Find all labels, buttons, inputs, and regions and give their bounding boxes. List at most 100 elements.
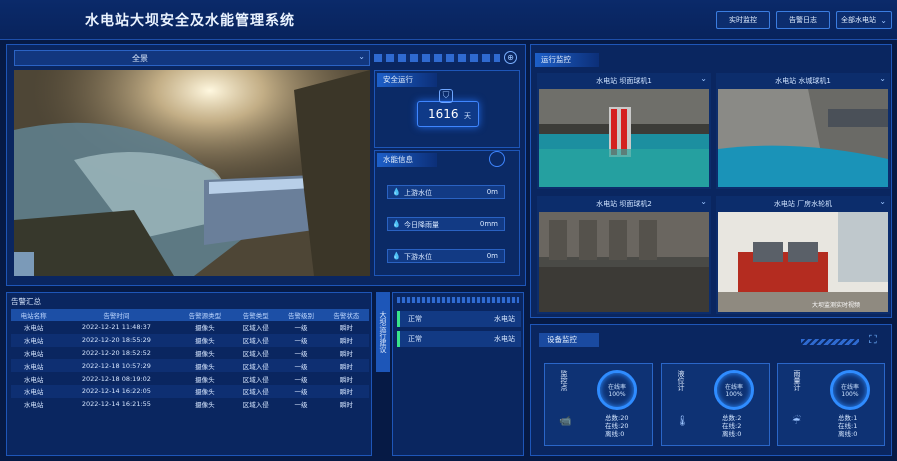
column-header: 告警状态 <box>333 312 360 320</box>
alarm-row[interactable]: 水电站 2022-12-18 10:57:29 摄像头 区域入侵 一级 瞬时 <box>11 359 369 373</box>
decorative-bar <box>397 297 519 303</box>
alarm-row[interactable]: 水电站 2022-12-20 18:52:52 摄像头 区域入侵 一级 瞬时 <box>11 347 369 360</box>
camera-tile-3[interactable]: 水电站 坝面球机2 ⌄ <box>537 196 711 314</box>
camera-feed-3 <box>539 212 709 312</box>
ring-label: 在线率 <box>724 384 743 391</box>
alarm-cell: 一级 <box>294 375 308 384</box>
water-item-rainfall: 💧 今日降雨量 0mm <box>387 217 505 231</box>
device-label-wrap: 监控点 <box>559 370 569 410</box>
water-item-value: 0mm <box>479 220 498 228</box>
online-rate-ring: 在线率 100% <box>597 370 637 410</box>
alarm-cell: 摄像头 <box>195 375 215 384</box>
device-label: 液位计 <box>677 370 685 391</box>
ring-label: 在线率 <box>840 384 859 391</box>
alarm-row[interactable]: 水电站 2022-12-14 16:21:55 摄像头 区域入侵 一级 瞬时 <box>11 398 369 411</box>
device-card-camera: 监控点 在线率 100% 📹 总数:20 在线:20 离线:0 <box>544 363 653 446</box>
water-item-downstream: 💧 下游水位 0m <box>387 249 505 263</box>
water-item-upstream: 💧 上游水位 0m <box>387 185 505 199</box>
camera-tile-2[interactable]: 水电站 水城球机1 ⌄ <box>716 73 890 189</box>
panorama-video[interactable] <box>14 70 370 276</box>
alarm-cell: 摄像头 <box>195 349 215 358</box>
panorama-select[interactable]: 全景 ⌄ <box>14 50 370 66</box>
water-item-label: 下游水位 <box>404 253 432 261</box>
alarm-cell: 区域入侵 <box>242 401 269 410</box>
device-card-rain-gauge: 雨量计 在线率 100% ☔ 总数:1 在线:1 离线:0 <box>777 363 885 446</box>
target-icon <box>489 151 505 167</box>
device-total: 总数:2 <box>722 414 742 422</box>
column-header: 告警源类型 <box>188 312 222 320</box>
alarm-cell: 2022-12-20 18:55:29 <box>81 336 151 345</box>
camera-title: 水电站 厂房水轮机 <box>773 200 833 208</box>
alarm-row[interactable]: 水电站 2022-12-20 18:55:29 摄像头 区域入侵 一级 瞬时 <box>11 333 369 347</box>
fullscreen-icon[interactable]: ⛶ <box>869 333 877 347</box>
dam-advice-tab: 大坝运行建议 <box>376 292 390 372</box>
alarm-panel: 告警汇总 电站名称 告警时间 告警源类型 告警类型 告警级别 告警状态 水电站 2… <box>6 292 372 456</box>
alarm-row[interactable]: 水电站 2022-12-14 16:22:05 摄像头 区域入侵 一级 瞬时 <box>11 384 369 398</box>
alarm-cell: 瞬时 <box>339 337 353 346</box>
alarm-cell: 一级 <box>294 337 308 346</box>
safety-title: 安全运行 <box>377 73 437 87</box>
rain-gauge-icon: ☔ <box>792 416 801 427</box>
alarm-cell: 瞬时 <box>339 388 353 397</box>
alarm-cell: 一级 <box>294 324 308 333</box>
alarm-cell: 瞬时 <box>339 362 353 371</box>
rain-icon: 💧 <box>392 220 401 228</box>
device-offline: 离线:0 <box>605 430 625 438</box>
station-select[interactable]: 全部水电站 ⌄ <box>836 11 892 29</box>
alarm-cell: 摄像头 <box>195 401 215 410</box>
alarm-title: 告警汇总 <box>11 297 41 306</box>
column-header: 告警级别 <box>288 312 315 320</box>
advice-row: 正常 水电站 <box>397 331 521 347</box>
device-online: 在线:1 <box>838 422 858 430</box>
globe-icon[interactable]: ⊕ <box>504 51 517 64</box>
alarm-cell: 水电站 <box>23 388 44 397</box>
safety-days-value: 1616 <box>428 107 459 121</box>
camera-feed-2 <box>718 89 888 187</box>
alarm-cell: 2022-12-20 18:52:52 <box>81 348 151 357</box>
chevron-down-icon[interactable]: ⌄ <box>700 197 707 206</box>
alarm-cell: 水电站 <box>23 401 44 410</box>
alarm-cell: 摄像头 <box>195 337 215 346</box>
alarm-cell: 瞬时 <box>339 375 353 384</box>
panorama-scene <box>14 70 370 276</box>
alarm-cell: 水电站 <box>23 375 44 384</box>
alarm-cell: 水电站 <box>23 349 44 358</box>
device-card-level-gauge: 液位计 在线率 100% 🌡 总数:2 在线:2 离线:0 <box>661 363 770 446</box>
device-stats: 总数:2 在线:2 离线:0 <box>722 414 741 438</box>
ring-value: 100% <box>725 391 743 398</box>
alarm-row[interactable]: 水电站 2022-12-21 11:48:37 摄像头 区域入侵 一级 瞬时 <box>11 321 369 334</box>
chevron-down-icon[interactable]: ⌄ <box>879 197 886 206</box>
device-offline: 离线:0 <box>722 430 742 438</box>
alarm-cell: 2022-12-14 16:22:05 <box>81 387 151 396</box>
water-item-label: 今日降雨量 <box>404 221 439 229</box>
camera-tile-1[interactable]: 水电站 坝面球机1 ⌄ <box>537 73 711 189</box>
chevron-down-icon[interactable]: ⌄ <box>879 74 886 83</box>
alarm-cell: 水电站 <box>23 337 44 346</box>
alarm-table: 电站名称 告警时间 告警源类型 告警类型 告警级别 告警状态 水电站 2022-1… <box>11 309 369 411</box>
advice-status: 正常 <box>408 335 422 343</box>
decorative-stripes <box>801 339 859 345</box>
alarm-cell: 瞬时 <box>339 401 353 410</box>
safety-days-box: 1616 天 <box>417 101 479 127</box>
alarm-log-button[interactable]: 告警日志 <box>776 11 830 29</box>
ring-value: 100% <box>608 391 626 398</box>
chevron-down-icon: ⌄ <box>358 52 365 61</box>
realtime-monitor-button[interactable]: 实时监控 <box>716 11 770 29</box>
alarm-cell: 区域入侵 <box>242 388 269 397</box>
device-label-wrap: 雨量计 <box>792 370 802 410</box>
alarm-cell: 2022-12-14 16:21:55 <box>81 400 151 409</box>
video-watermark: 大坝监测实时视频 <box>812 302 861 309</box>
run-monitor-title: 运行监控 <box>535 53 599 67</box>
water-item-value: 0m <box>486 252 498 260</box>
water-drop-icon: 💧 <box>392 188 401 196</box>
chevron-down-icon[interactable]: ⌄ <box>700 74 707 83</box>
camera-tile-4[interactable]: 水电站 厂房水轮机 ⌄ 大坝监测实时视频 <box>716 196 890 314</box>
app-title: 水电站大坝安全及水能管理系统 <box>85 13 295 29</box>
camera-icon: 📹 <box>559 416 572 427</box>
camera-feed-1 <box>539 89 709 187</box>
alarm-cell: 水电站 <box>23 362 44 371</box>
alarm-row[interactable]: 水电站 2022-12-18 08:19:02 摄像头 区域入侵 一级 瞬时 <box>11 372 369 385</box>
thermometer-icon: 🌡 <box>676 416 689 427</box>
alarm-cell: 2022-12-18 08:19:02 <box>81 374 151 383</box>
alarm-cell: 2022-12-21 11:48:37 <box>81 323 151 332</box>
